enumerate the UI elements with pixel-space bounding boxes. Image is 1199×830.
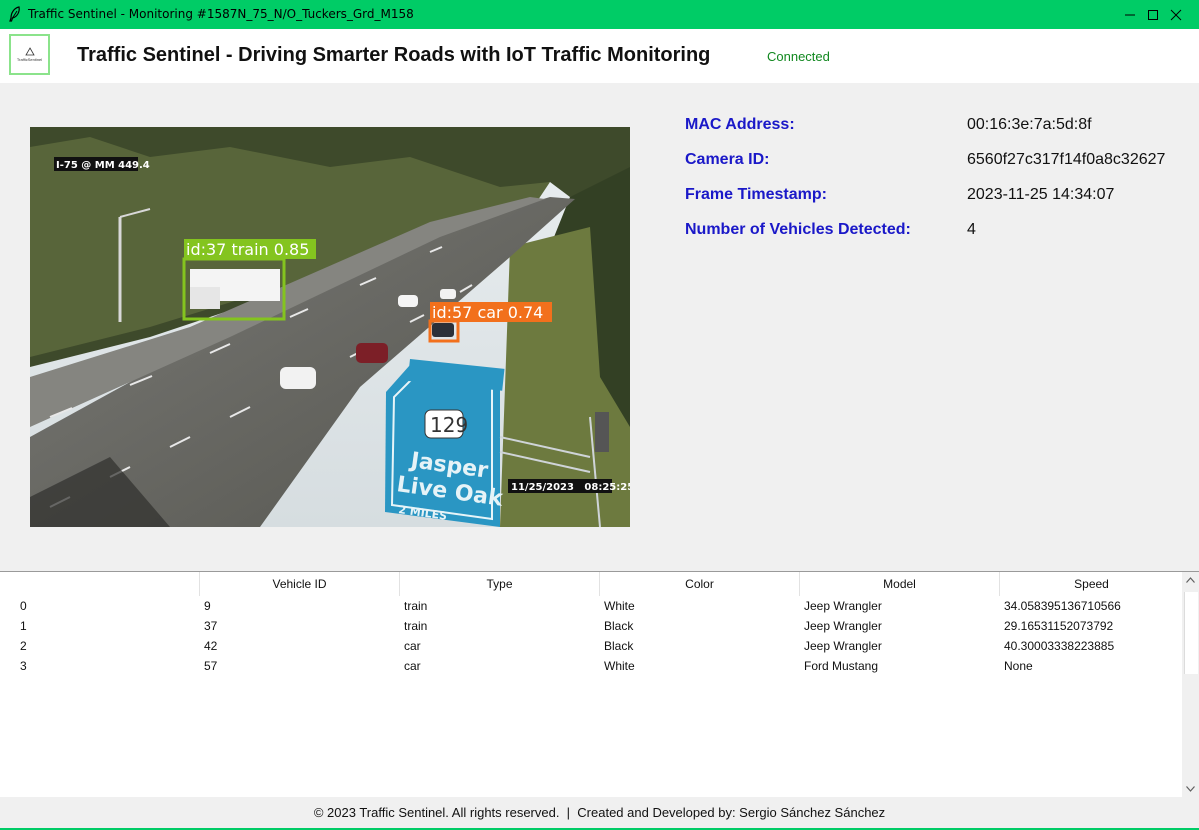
- cell-index: 3: [20, 659, 27, 673]
- app-logo: TrafficSentinel: [9, 34, 50, 75]
- cell-speed: None: [1004, 659, 1033, 673]
- feather-icon: [9, 6, 20, 22]
- column-header-type[interactable]: Type: [400, 572, 600, 596]
- cell-type: train: [404, 619, 428, 633]
- camera-id-value: 6560f27c317f14f0a8c32627: [967, 151, 1166, 168]
- connection-status: Connected: [767, 49, 830, 64]
- column-header-speed[interactable]: Speed: [1000, 572, 1183, 596]
- table-row[interactable]: 3 57 car White Ford Mustang None: [0, 656, 1183, 676]
- cell-color: White: [604, 599, 635, 613]
- cell-type: train: [404, 599, 428, 613]
- camera-frame: 129 Jasper Live Oak 2 MILES id:37 train …: [30, 127, 630, 527]
- cell-color: Black: [604, 619, 634, 633]
- cell-model: Jeep Wrangler: [804, 619, 882, 633]
- scroll-up-icon[interactable]: [1186, 577, 1195, 583]
- vertical-scrollbar[interactable]: [1182, 572, 1199, 797]
- vehicles-table[interactable]: Vehicle ID Type Color Model Speed 0 9 tr…: [0, 571, 1199, 797]
- column-header-color[interactable]: Color: [600, 572, 800, 596]
- footer: © 2023 Traffic Sentinel. All rights rese…: [0, 796, 1199, 830]
- warning-triangle-icon: [24, 47, 35, 56]
- column-header-vehicle-id[interactable]: Vehicle ID: [200, 572, 400, 596]
- detection-label-car: id:57 car 0.74: [432, 303, 543, 322]
- vehicle-count-label: Number of Vehicles Detected:: [685, 221, 911, 238]
- cell-index: 0: [20, 599, 27, 613]
- cell-vehicle-id: 42: [204, 639, 218, 653]
- camera-location-label: I-75 @ MM 449.4: [56, 160, 150, 171]
- cell-type: car: [404, 639, 421, 653]
- window-title: Traffic Sentinel - Monitoring #1587N_75_…: [28, 7, 414, 21]
- camera-id-label: Camera ID:: [685, 151, 770, 168]
- cell-speed: 34.058395136710566: [1004, 599, 1121, 613]
- table-header: Vehicle ID Type Color Model Speed: [0, 572, 1183, 596]
- cell-speed: 29.16531152073792: [1004, 619, 1114, 633]
- scrollbar-thumb[interactable]: [1184, 592, 1198, 674]
- cell-model: Ford Mustang: [804, 659, 879, 673]
- window-titlebar: Traffic Sentinel - Monitoring #1587N_75_…: [0, 0, 1199, 29]
- sign-route-number: 129: [430, 413, 468, 437]
- cell-model: Jeep Wrangler: [804, 599, 882, 613]
- camera-timestamp-overlay: 11/25/2023 08:25:25: [511, 482, 630, 493]
- column-header-model[interactable]: Model: [800, 572, 1000, 596]
- mac-address-label: MAC Address:: [685, 116, 795, 133]
- column-header-index[interactable]: [0, 572, 200, 596]
- logo-text: TrafficSentinel: [16, 57, 43, 62]
- detection-label-train: id:37 train 0.85: [186, 240, 309, 259]
- close-button[interactable]: [1153, 0, 1199, 29]
- frame-timestamp-label: Frame Timestamp:: [685, 186, 827, 203]
- mac-address-value: 00:16:3e:7a:5d:8f: [967, 116, 1092, 133]
- cell-vehicle-id: 9: [204, 599, 211, 613]
- close-icon: [1170, 9, 1182, 20]
- scroll-down-icon[interactable]: [1186, 786, 1195, 792]
- cell-color: White: [604, 659, 635, 673]
- table-row[interactable]: 0 9 train White Jeep Wrangler 34.0583951…: [0, 596, 1183, 616]
- table-row[interactable]: 1 37 train Black Jeep Wrangler 29.165311…: [0, 616, 1183, 636]
- frame-timestamp-value: 2023-11-25 14:34:07: [967, 186, 1115, 203]
- page-title: Traffic Sentinel - Driving Smarter Roads…: [77, 44, 711, 66]
- cell-vehicle-id: 57: [204, 659, 218, 673]
- cell-color: Black: [604, 639, 634, 653]
- cell-type: car: [404, 659, 421, 673]
- cell-vehicle-id: 37: [204, 619, 218, 633]
- cell-index: 1: [20, 619, 27, 633]
- cell-index: 2: [20, 639, 27, 653]
- cell-model: Jeep Wrangler: [804, 639, 882, 653]
- vehicle-count-value: 4: [967, 221, 976, 238]
- table-row[interactable]: 2 42 car Black Jeep Wrangler 40.30003338…: [0, 636, 1183, 656]
- cell-speed: 40.30003338223885: [1004, 639, 1115, 653]
- footer-text: © 2023 Traffic Sentinel. All rights rese…: [313, 805, 886, 820]
- app-header: TrafficSentinel Traffic Sentinel - Drivi…: [0, 29, 1199, 83]
- camera-image: 129 Jasper Live Oak 2 MILES id:37 train …: [30, 127, 630, 527]
